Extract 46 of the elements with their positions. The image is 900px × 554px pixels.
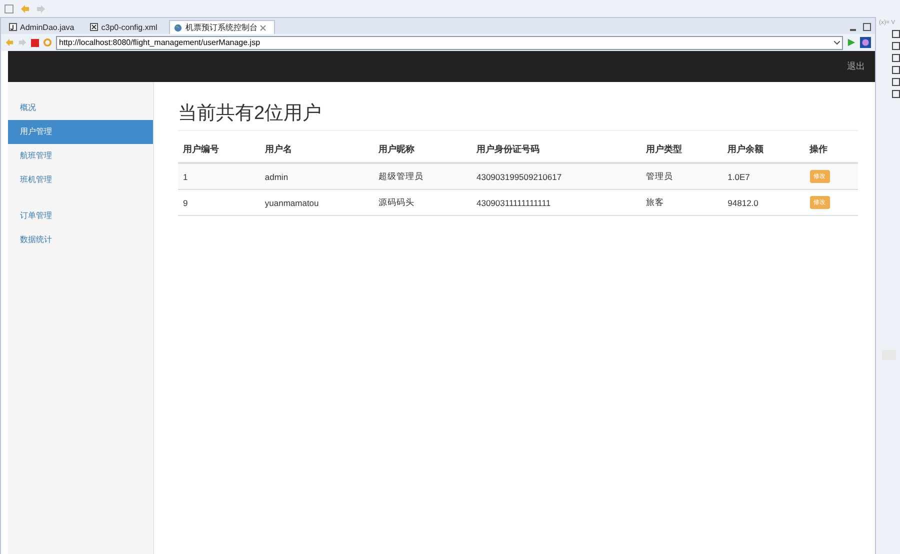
- checkbox-icon: [892, 78, 900, 86]
- table-cell: 430903199509210617: [472, 163, 641, 190]
- page-heading: 当前共有2位用户: [178, 100, 858, 131]
- sidebar-item[interactable]: 订单管理: [8, 204, 153, 228]
- logout-link[interactable]: 退出: [847, 60, 865, 73]
- refresh-icon[interactable]: [43, 38, 52, 47]
- globe-icon: [174, 24, 182, 32]
- back-arrow-icon[interactable]: [5, 38, 14, 47]
- stop-icon[interactable]: [31, 38, 39, 46]
- sidebar-item[interactable]: 数据统计: [8, 228, 153, 252]
- checkbox-icon: [892, 30, 900, 38]
- checkbox-icon: [892, 90, 900, 98]
- sidebar-item[interactable]: 航班管理: [8, 144, 153, 168]
- table-cell: 管理员: [640, 163, 723, 190]
- minimize-icon[interactable]: [849, 26, 857, 34]
- back-arrow-icon[interactable]: [20, 4, 30, 14]
- table-cell: yuanmamatou: [260, 190, 374, 216]
- checkbox-icon: [892, 66, 900, 74]
- forward-arrow-icon[interactable]: [36, 4, 46, 14]
- table-cell: 超级管理员: [374, 163, 472, 190]
- xml-file-icon: [90, 23, 98, 31]
- checkbox-icon: [892, 54, 900, 62]
- table-cell: admin: [260, 163, 374, 190]
- dropdown-caret-icon[interactable]: [834, 40, 840, 44]
- table-cell: 94812.0: [722, 190, 805, 216]
- table-cell: 43090311111111111: [472, 190, 641, 216]
- maximize-icon[interactable]: [863, 23, 871, 31]
- sidebar-item[interactable]: 用户管理: [8, 120, 153, 144]
- sidebar-item[interactable]: 班机管理: [8, 168, 153, 192]
- table-cell: 1: [178, 163, 260, 190]
- editor-tab[interactable]: c3p0-config.xml: [86, 20, 166, 34]
- go-play-icon[interactable]: [847, 38, 856, 47]
- toolbar-icon[interactable]: [4, 4, 14, 14]
- url-field[interactable]: http://localhost:8080/flight_management/userManage.jsp: [56, 36, 843, 50]
- java-file-icon: [9, 23, 17, 31]
- table-cell: 9: [178, 190, 260, 216]
- table-cell: 旅客: [640, 190, 723, 216]
- editor-tab[interactable]: AdminDao.java: [5, 20, 82, 34]
- forward-arrow-icon[interactable]: [18, 38, 27, 47]
- sidebar-item[interactable]: 概况: [8, 96, 153, 120]
- checkbox-icon: [892, 42, 900, 50]
- table-cell: 源码码头: [374, 190, 472, 216]
- table-cell: 1.0E7: [722, 163, 805, 190]
- browser-icon[interactable]: [860, 37, 871, 48]
- editor-tab[interactable]: 机票预订系统控制台: [169, 20, 276, 34]
- close-icon[interactable]: [260, 24, 266, 30]
